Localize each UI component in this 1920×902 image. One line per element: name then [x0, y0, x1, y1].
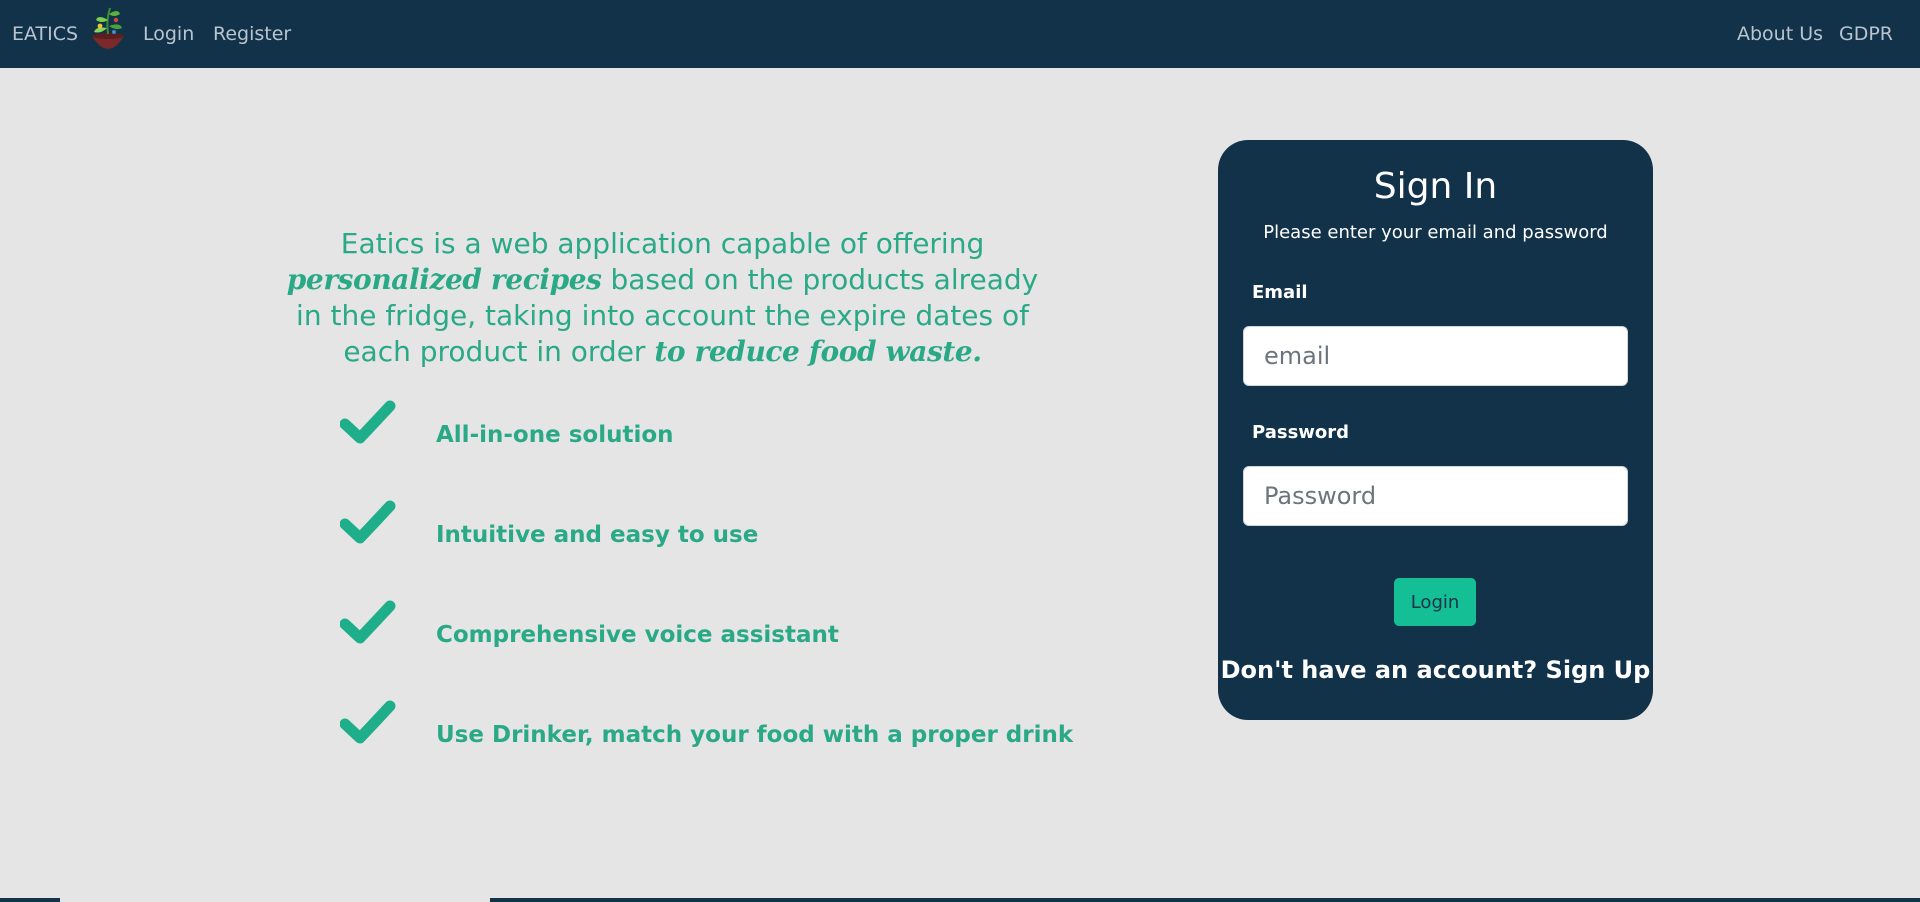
nav-about-us-link[interactable]: About Us	[1737, 0, 1823, 68]
intro-highlight-reduce-food-waste: to reduce food waste.	[654, 335, 982, 368]
check-icon	[340, 600, 396, 644]
feature-item: All-in-one solution	[340, 400, 1040, 500]
feature-label: Comprehensive voice assistant	[436, 622, 839, 648]
nav-gdpr-link[interactable]: GDPR	[1839, 0, 1893, 68]
signup-prompt: Don't have an account? Sign Up	[1218, 656, 1653, 684]
signin-subtitle: Please enter your email and password	[1263, 222, 1608, 243]
check-icon	[340, 700, 396, 744]
bottom-edge-segment	[60, 898, 490, 902]
intro-highlight-personalized-recipes: personalized recipes	[286, 263, 602, 296]
signup-link[interactable]: Don't have an account? Sign Up	[1221, 656, 1651, 684]
feature-item: Use Drinker, match your food with a prop…	[340, 700, 1073, 800]
feature-label: Use Drinker, match your food with a prop…	[436, 722, 1074, 748]
feature-label: Intuitive and easy to use	[436, 522, 759, 548]
check-icon	[340, 400, 396, 444]
top-navbar: EATICS Login Register About Us GDPR	[0, 0, 1920, 68]
feature-item: Comprehensive voice assistant	[340, 600, 1040, 700]
feature-label: All-in-one solution	[436, 422, 674, 448]
email-input[interactable]	[1243, 326, 1628, 386]
salad-bowl-logo-icon	[92, 7, 125, 49]
login-button[interactable]: Login	[1394, 578, 1476, 626]
email-label: Email	[1252, 282, 1308, 303]
intro-paragraph: Eatics is a web application capable of o…	[270, 226, 1055, 370]
signin-card: Sign In Please enter your email and pass…	[1218, 140, 1653, 720]
intro-text-part-1: Eatics is a web application capable of o…	[340, 227, 985, 260]
brand-link[interactable]: EATICS	[12, 0, 128, 68]
password-label: Password	[1252, 422, 1350, 443]
password-input[interactable]	[1243, 466, 1628, 526]
check-icon	[340, 500, 396, 544]
brand-name: EATICS	[12, 23, 79, 45]
feature-list: All-in-one solution Intuitive and easy t…	[340, 400, 1073, 800]
signin-title: Sign In	[1373, 166, 1498, 207]
nav-register-link[interactable]: Register	[213, 0, 291, 68]
feature-item: Intuitive and easy to use	[340, 500, 1040, 600]
nav-login-link[interactable]: Login	[143, 0, 194, 68]
